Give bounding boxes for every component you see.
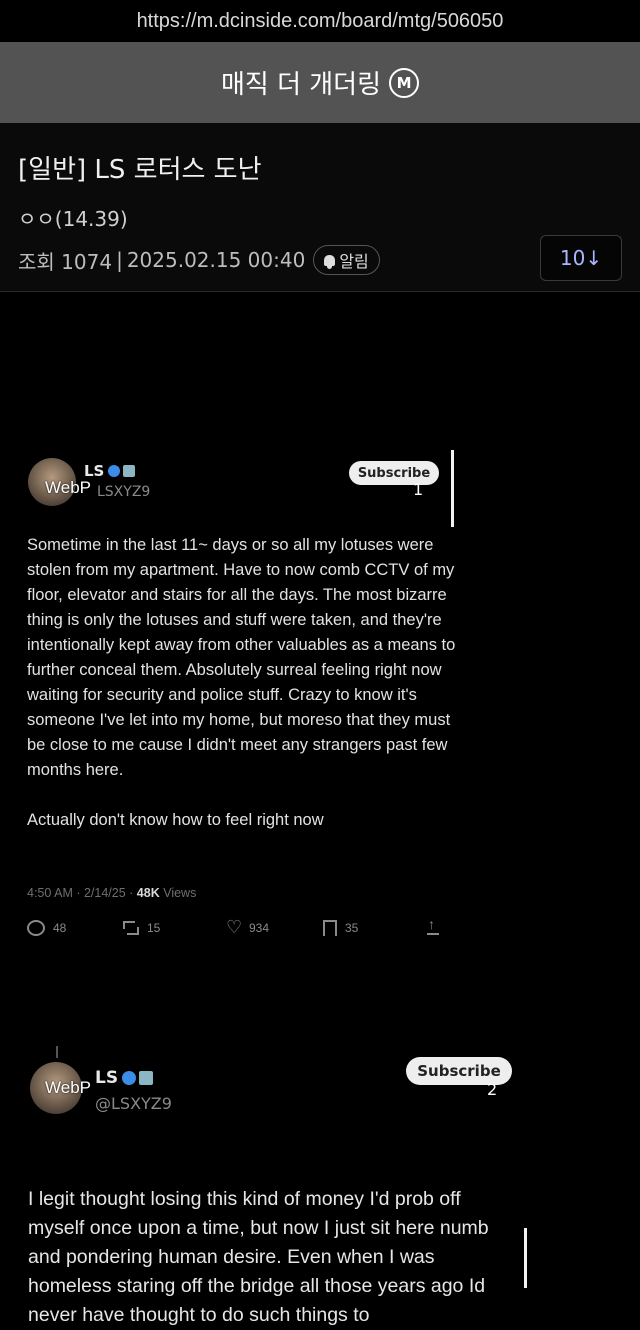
share-icon: [427, 916, 439, 935]
post-header: [일반] LS 로터스 도난 ㅇㅇ(14.39) 조회 1074 | 2025.…: [0, 123, 640, 292]
tweet-author-name: LS: [84, 462, 136, 480]
tweet-timestamp: 4:50 AM · 2/14/25 ·: [27, 886, 137, 900]
tweet-meta: 4:50 AM · 2/14/25 · 48K Views: [27, 886, 196, 900]
retweet-count: 15: [147, 921, 161, 935]
post-author[interactable]: ㅇㅇ(14.39): [18, 203, 128, 232]
tweet-paragraph: Actually don't know how to feel right no…: [27, 811, 324, 829]
retweet-action[interactable]: 15: [123, 921, 227, 935]
image-counter: 1: [413, 480, 424, 499]
post-title: [일반] LS 로터스 도난: [18, 155, 262, 185]
reply-icon: [27, 920, 45, 936]
verified-icon: [122, 1071, 137, 1085]
tweet-screenshot-1: WebP LS LSXYZ9 Subscribe 1 Sometime in t…: [0, 292, 640, 992]
tweet-views-count: 48K: [136, 886, 160, 900]
author-name: LS: [84, 462, 105, 480]
share-action[interactable]: [427, 916, 447, 935]
heart-icon: [226, 917, 242, 938]
thread-line: [56, 1046, 58, 1058]
m-badge-icon: M: [389, 67, 420, 98]
comment-jump-button[interactable]: 10↓: [540, 235, 622, 281]
affiliation-icon: [139, 1071, 154, 1085]
subscribe-button[interactable]: Subscribe: [349, 461, 439, 485]
board-header: 매직 더 개더링 M: [0, 42, 640, 123]
author-name: LS: [95, 1068, 119, 1088]
like-action[interactable]: 934: [226, 917, 323, 938]
bell-icon: [324, 254, 336, 269]
board-title[interactable]: 매직 더 개더링: [221, 64, 381, 101]
tweet-body: Sometime in the last 11~ days or so all …: [27, 533, 457, 858]
post-content: WebP LS LSXYZ9 Subscribe 1 Sometime in t…: [0, 292, 640, 1326]
tweet-handle: LSXYZ9: [97, 484, 151, 500]
reply-action[interactable]: 48: [27, 920, 123, 936]
tweet-paragraph: Sometime in the last 11~ days or so all …: [27, 536, 456, 779]
image-counter: 2: [487, 1080, 498, 1099]
bookmark-icon: [323, 920, 337, 936]
scroll-indicator: [451, 450, 454, 527]
post-datetime: 2025.02.15 00:40: [126, 248, 306, 272]
tweet-body: I legit thought losing this kind of mone…: [28, 1188, 489, 1326]
tweet-screenshot-2: WebP LS @LSXYZ9 Subscribe 2 I legit thou…: [0, 1032, 640, 1326]
tweet-handle: @LSXYZ9: [95, 1094, 172, 1113]
verified-icon: [108, 465, 121, 477]
meta-separator: |: [116, 248, 123, 272]
retweet-icon: [123, 921, 139, 935]
bookmark-action[interactable]: 35: [323, 920, 427, 936]
address-bar[interactable]: https://m.dcinside.com/board/mtg/506050: [0, 0, 640, 42]
tweet-author-name: LS: [95, 1068, 154, 1088]
reply-count: 48: [53, 921, 67, 935]
scroll-indicator: [524, 1228, 527, 1288]
alarm-button[interactable]: 알림: [313, 245, 380, 275]
affiliation-icon: [123, 465, 136, 477]
webp-overlay-label: WebP: [45, 1078, 91, 1097]
webp-overlay-label: WebP: [45, 478, 91, 497]
view-count: 조회 1074: [18, 249, 113, 274]
like-count: 934: [249, 921, 270, 935]
tweet-views-label: Views: [159, 886, 197, 900]
bookmark-count: 35: [345, 921, 359, 935]
tweet-actions: 48 15 934 35: [27, 916, 447, 938]
post-meta: 조회 1074 | 2025.02.15 00:40 알림: [18, 245, 380, 275]
alarm-label: 알림: [339, 252, 369, 271]
